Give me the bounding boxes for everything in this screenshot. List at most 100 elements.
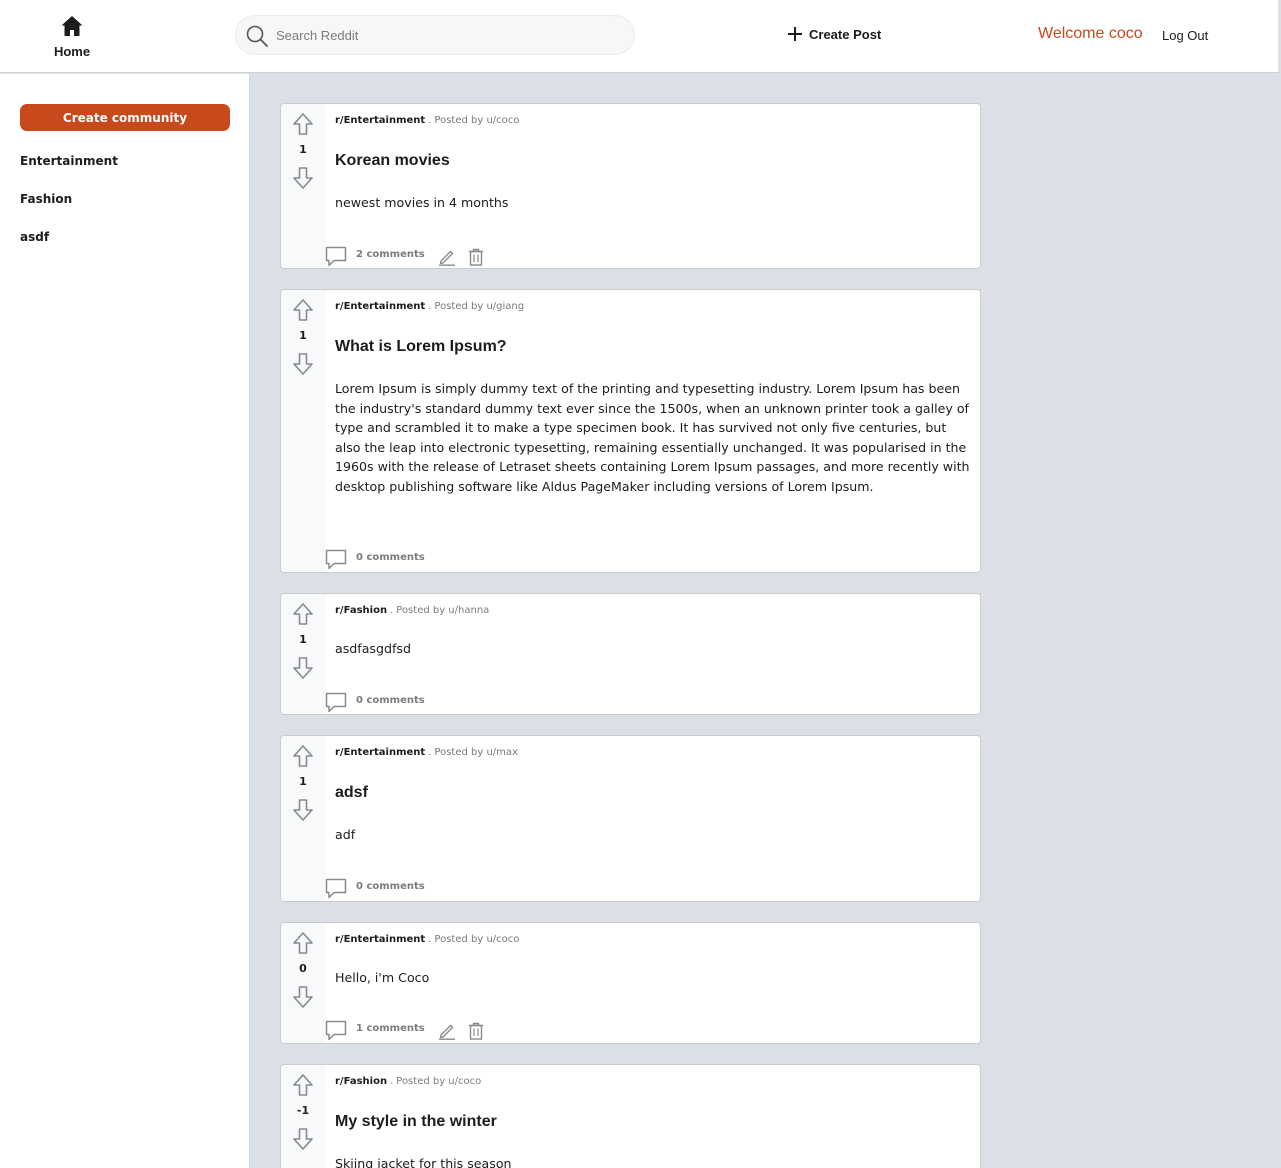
- comment-icon[interactable]: [325, 692, 347, 714]
- meta-separator: .: [428, 747, 432, 758]
- upvote-arrow-icon[interactable]: [292, 298, 314, 322]
- vote-score: 0: [299, 962, 307, 975]
- create-post-button[interactable]: Create Post: [787, 26, 881, 42]
- subreddit-link[interactable]: r/Entertainment: [335, 301, 425, 312]
- meta-separator: .: [390, 605, 394, 616]
- top-header: Home Create Post Welcome coco Log Out: [0, 0, 1279, 73]
- vote-score: 1: [299, 633, 307, 646]
- meta-separator: .: [428, 115, 432, 126]
- vote-score: -1: [296, 1104, 310, 1117]
- sidebar-item-asdf[interactable]: asdf: [20, 230, 49, 244]
- post-actions: 0 comments: [325, 692, 425, 714]
- search-input[interactable]: [276, 16, 616, 54]
- trash-icon[interactable]: [468, 248, 484, 266]
- posted-by: Posted by u/giang: [434, 301, 525, 312]
- upvote-arrow-icon[interactable]: [292, 931, 314, 955]
- vote-column: 1: [281, 104, 325, 268]
- subreddit-link[interactable]: r/Fashion: [335, 605, 387, 616]
- post-body: Lorem Ipsum is simply dummy text of the …: [335, 381, 970, 494]
- post-meta: r/Entertainment. Posted by u/coco: [335, 934, 519, 945]
- meta-separator: .: [390, 1076, 394, 1087]
- posted-by: Posted by u/coco: [434, 115, 520, 126]
- posted-by: Posted by u/coco: [434, 934, 520, 945]
- downvote-arrow-icon[interactable]: [292, 656, 314, 680]
- upvote-arrow-icon[interactable]: [292, 112, 314, 136]
- posted-by: Posted by u/coco: [396, 1076, 482, 1087]
- post-actions: 1 comments: [325, 1020, 484, 1042]
- comments-count[interactable]: 0 comments: [356, 695, 425, 706]
- post-title[interactable]: adsf: [335, 784, 368, 802]
- downvote-arrow-icon[interactable]: [292, 798, 314, 822]
- post-meta: r/Fashion. Posted by u/coco: [335, 1076, 481, 1087]
- post-card[interactable]: -1 r/Fashion. Posted by u/coco My style i…: [280, 1064, 981, 1168]
- home-icon: [61, 16, 83, 36]
- post-card[interactable]: 0 r/Entertainment. Posted by u/coco Hello…: [280, 922, 981, 1044]
- upvote-arrow-icon[interactable]: [292, 744, 314, 768]
- edit-pencil-icon[interactable]: [438, 1022, 456, 1040]
- post-meta: r/Entertainment. Posted by u/coco: [335, 115, 519, 126]
- comments-count[interactable]: 0 comments: [356, 552, 425, 563]
- plus-icon: [788, 27, 802, 41]
- post-body: newest movies in 4 months: [335, 195, 509, 210]
- subreddit-link[interactable]: r/Entertainment: [335, 115, 425, 126]
- vote-column: 1: [281, 290, 325, 572]
- post-meta: r/Entertainment. Posted by u/max: [335, 747, 518, 758]
- create-post-label: Create Post: [809, 26, 882, 42]
- vote-column: -1: [281, 1065, 325, 1168]
- comments-count[interactable]: 0 comments: [356, 881, 425, 892]
- comment-icon[interactable]: [325, 549, 347, 571]
- subreddit-link[interactable]: r/Entertainment: [335, 747, 425, 758]
- vote-column: 1: [281, 594, 325, 714]
- post-card[interactable]: 1 r/Entertainment. Posted by u/max adsf a…: [280, 735, 981, 902]
- comments-count[interactable]: 1 comments: [356, 1023, 425, 1034]
- posted-by: Posted by u/hanna: [396, 605, 490, 616]
- search-box[interactable]: [235, 15, 635, 55]
- post-body: Hello, i'm Coco: [335, 970, 430, 985]
- sidebar-item-fashion[interactable]: Fashion: [20, 192, 72, 206]
- post-card[interactable]: 1 r/Fashion. Posted by u/hanna asdfasgdfs…: [280, 593, 981, 715]
- vote-score: 1: [299, 329, 307, 342]
- logout-button[interactable]: Log Out: [1162, 28, 1208, 43]
- search-icon: [246, 25, 268, 47]
- sidebar-item-entertainment[interactable]: Entertainment: [20, 154, 118, 168]
- vote-column: 0: [281, 923, 325, 1043]
- post-meta: r/Entertainment. Posted by u/giang: [335, 301, 524, 312]
- meta-separator: .: [428, 934, 432, 945]
- post-title[interactable]: Korean movies: [335, 152, 450, 170]
- post-body: adf: [335, 827, 356, 842]
- comment-icon[interactable]: [325, 1020, 347, 1042]
- comment-icon[interactable]: [325, 878, 347, 900]
- post-card[interactable]: 1 r/Entertainment. Posted by u/coco Korea…: [280, 103, 981, 269]
- home-nav[interactable]: Home: [42, 14, 102, 59]
- post-meta: r/Fashion. Posted by u/hanna: [335, 605, 489, 616]
- downvote-arrow-icon[interactable]: [292, 985, 314, 1009]
- post-title[interactable]: What is Lorem Ipsum?: [335, 338, 507, 356]
- downvote-arrow-icon[interactable]: [292, 166, 314, 190]
- posted-by: Posted by u/max: [434, 747, 518, 758]
- vote-score: 1: [299, 775, 307, 788]
- post-actions: 2 comments: [325, 246, 484, 268]
- meta-separator: .: [428, 301, 432, 312]
- subreddit-link[interactable]: r/Entertainment: [335, 934, 425, 945]
- create-community-button[interactable]: Create community: [20, 104, 230, 131]
- upvote-arrow-icon[interactable]: [292, 602, 314, 626]
- home-label: Home: [53, 44, 91, 59]
- vote-column: 1: [281, 736, 325, 901]
- vote-score: 1: [299, 143, 307, 156]
- downvote-arrow-icon[interactable]: [292, 1127, 314, 1151]
- comment-icon[interactable]: [325, 246, 347, 268]
- post-body: asdfasgdfsd: [335, 641, 411, 656]
- subreddit-link[interactable]: r/Fashion: [335, 1076, 387, 1087]
- post-body: Skiing jacket for this season: [335, 1156, 512, 1168]
- comments-count[interactable]: 2 comments: [356, 249, 425, 260]
- downvote-arrow-icon[interactable]: [292, 352, 314, 376]
- post-card[interactable]: 1 r/Entertainment. Posted by u/giang What…: [280, 289, 981, 573]
- welcome-text: Welcome coco: [1038, 25, 1143, 42]
- post-actions: 0 comments: [325, 878, 425, 900]
- trash-icon[interactable]: [468, 1022, 484, 1040]
- sidebar: Create community Entertainment Fashion a…: [0, 74, 250, 1168]
- post-actions: 0 comments: [325, 549, 425, 571]
- post-title[interactable]: My style in the winter: [335, 1113, 497, 1131]
- edit-pencil-icon[interactable]: [438, 248, 456, 266]
- upvote-arrow-icon[interactable]: [292, 1073, 314, 1097]
